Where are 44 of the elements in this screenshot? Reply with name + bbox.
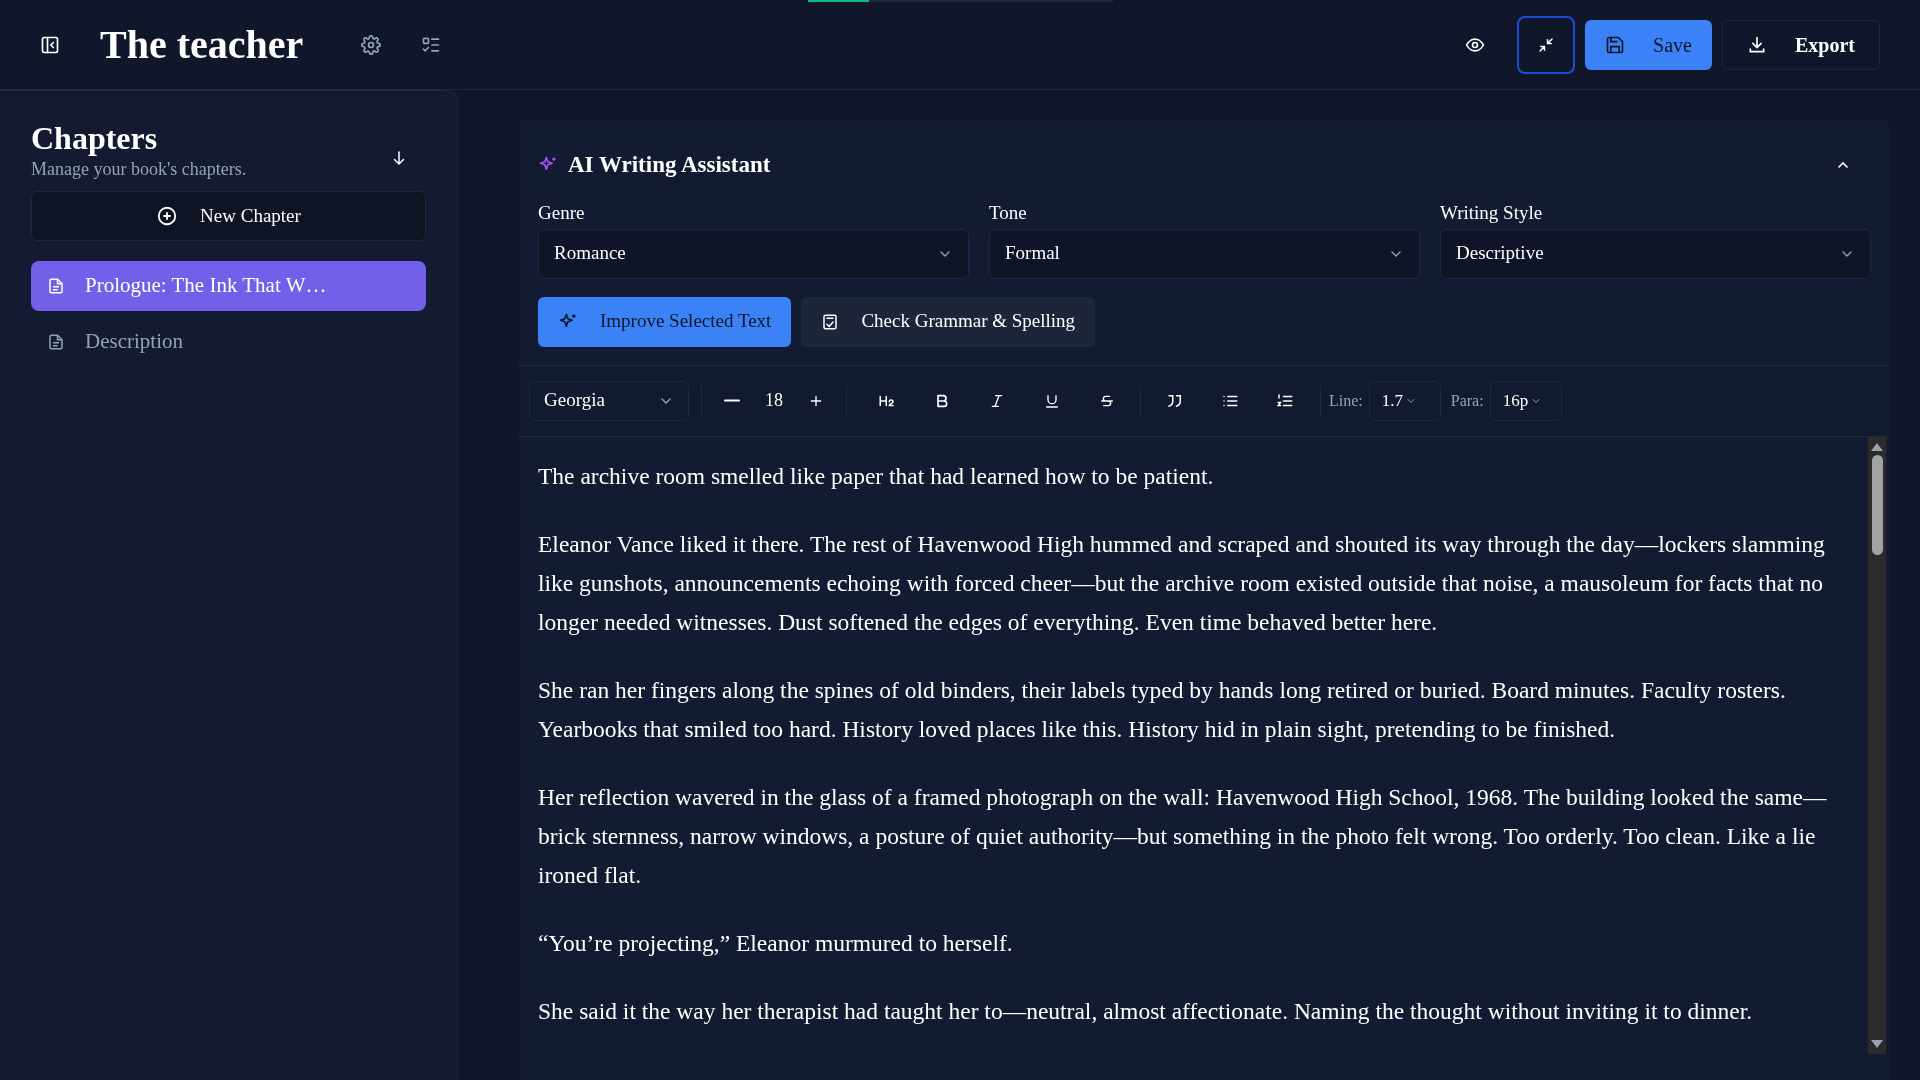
scrollbar[interactable] <box>1868 436 1886 1054</box>
font-dropdown[interactable]: Georgia <box>529 380 689 421</box>
line-spacing-label: Line: <box>1329 390 1363 411</box>
paragraph: Her reflection wavered in the glass of a framed photograph on the wall: Havenwood High School, 1968. The building looked the same—brick sternness, narrow windows, a posture of quiet authority—but something in the photo felt wrong. Too orderly. Too clean. Like a lie ironed flat. <box>538 782 1828 890</box>
paragraph-spacing-label: Para: <box>1450 390 1484 411</box>
dropdown[interactable]: Formal <box>989 228 1420 279</box>
select-label: Tone <box>989 200 1028 225</box>
settings-icon[interactable] <box>361 34 382 55</box>
line-spacing-dropdown[interactable]: 1.7 <box>1368 380 1441 421</box>
chapter-item[interactable]: Prologue: The Ink That W… <box>31 261 426 311</box>
app-title: The teacher <box>100 24 304 65</box>
paragraph: She ran her fingers along the spines of old binders, their labels typed by hands long retired or buried. Board minutes. Faculty rosters. Yearbooks that smiled too hard. History loved places like this. History hid in plain sight, pretending to be finished. <box>538 675 1787 744</box>
select-label: Writing Style <box>1440 200 1544 225</box>
clipboard-check-icon <box>821 312 840 331</box>
dropdown[interactable]: Romance <box>538 228 969 279</box>
font-size-value: 18 <box>764 389 784 412</box>
scroll-up-icon[interactable] <box>1871 442 1883 451</box>
floppy-icon <box>1605 34 1626 55</box>
scroll-down-icon[interactable] <box>1871 1040 1883 1048</box>
scrollbar-thumb[interactable] <box>1871 454 1883 555</box>
chapter-item[interactable]: Description <box>31 317 426 367</box>
select-label: Genre <box>538 200 586 225</box>
sidebar-toggle-icon[interactable] <box>40 34 60 55</box>
shrink-icon <box>1537 35 1556 54</box>
minus-icon <box>724 399 740 402</box>
paragraph: “You’re projecting,” Eleanor murmured to herself. <box>538 928 1014 958</box>
document-icon <box>47 276 65 296</box>
dropdown[interactable]: Descriptive <box>1440 228 1871 279</box>
assistant-title: AI Writing Assistant <box>568 151 771 179</box>
save-button[interactable]: Save <box>1585 19 1712 70</box>
focus-mode-button[interactable] <box>1517 15 1576 74</box>
paragraph-spacing-dropdown[interactable]: 16p <box>1489 380 1562 421</box>
paragraph: The archive room smelled like paper that had learned how to be patient. <box>538 461 1215 491</box>
document-icon <box>47 332 65 352</box>
panel-title: Chapters <box>31 119 159 157</box>
paragraph: Eleanor Vance liked it there. The rest of Havenwood High hummed and scraped and shouted its way through the day—lockers slamming like gunshots, announcements echoing with forced cheer—but the archive room existed outside that noise, a mausoleum for facts that no longer needed witnesses. Dust softened the edges of everything. Even time behaved better here. <box>538 529 1826 637</box>
export-button[interactable]: Export <box>1722 19 1880 70</box>
grammar-check-button[interactable]: Check Grammar & Spelling <box>801 296 1096 347</box>
download-icon <box>1747 34 1767 55</box>
paragraph: She said it the way her therapist had taught her to—neutral, almost affectionate. Naming the thought without inviting it to dinner. <box>538 996 1754 1026</box>
panel-subtitle: Manage your book's chapters. <box>31 158 247 181</box>
improve-text-button[interactable]: Improve Selected Text <box>538 296 792 347</box>
new-chapter-button[interactable]: New Chapter <box>31 191 426 241</box>
plus-circle-icon <box>156 205 179 227</box>
